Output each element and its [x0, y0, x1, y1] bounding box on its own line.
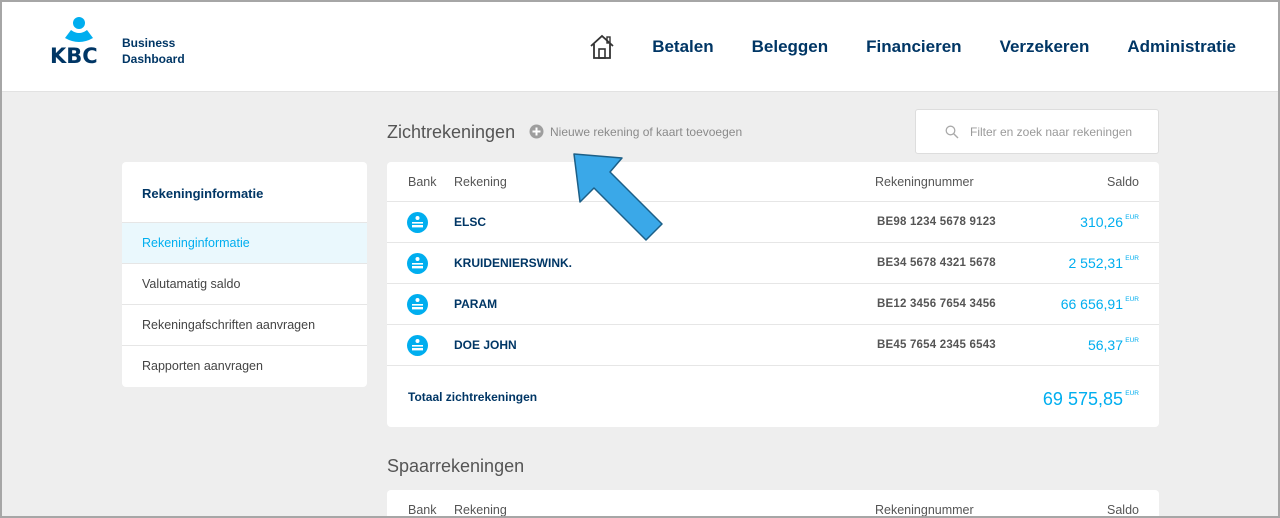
sidebar-item-rekeningafschriften[interactable]: Rekeningafschriften aanvragen	[122, 305, 367, 346]
brand-line-1: Business	[122, 36, 176, 50]
account-name: ELSC	[454, 215, 487, 229]
nav-verzekeren[interactable]: Verzekeren	[1000, 37, 1090, 57]
top-header: KBC Business Dashboard Betalen Beleggen …	[2, 2, 1278, 92]
sidebar-item-rekeninginformatie[interactable]: Rekeninginformatie	[122, 223, 367, 264]
account-number: BE34 5678 4321 5678	[877, 257, 996, 269]
zicht-table: Bank Rekening Rekeningnummer Saldo ELSC …	[387, 162, 1159, 427]
sidebar: Rekeninginformatie Rekeninginformatie Va…	[122, 162, 367, 387]
account-balance: 2 552,31	[1068, 255, 1124, 271]
kbc-bank-icon	[407, 294, 428, 315]
spaar-table: Bank Rekening Rekeningnummer Saldo	[387, 490, 1159, 517]
nav-betalen[interactable]: Betalen	[652, 37, 713, 57]
kbc-logo[interactable]: KBC	[49, 16, 111, 66]
table-header: Bank Rekening Rekeningnummer Saldo	[387, 162, 1159, 202]
total-row: Totaal zichtrekeningen 69 575,85 EUR	[387, 366, 1159, 427]
account-balance: 310,26	[1080, 214, 1123, 230]
nav-administratie[interactable]: Administratie	[1127, 37, 1236, 57]
account-balance: 56,37	[1087, 337, 1123, 353]
account-name: KRUIDENIERSWINK.	[454, 256, 573, 270]
col-header-rekening: Rekening	[454, 502, 507, 517]
kbc-bank-icon	[407, 253, 428, 274]
table-row[interactable]: KRUIDENIERSWINK. BE34 5678 4321 5678 2 5…	[387, 243, 1159, 284]
total-label: Totaal zichtrekeningen	[408, 390, 538, 404]
kbc-bank-icon	[407, 212, 428, 233]
account-number: BE98 1234 5678 9123	[877, 216, 996, 228]
col-header-rekeningnummer: Rekeningnummer	[875, 502, 974, 517]
plus-circle-icon	[529, 124, 544, 139]
total-amount: 69 575,85	[1042, 389, 1123, 409]
app-frame: KBC Business Dashboard Betalen Beleggen …	[0, 0, 1280, 518]
account-number: BE45 7654 2345 6543	[877, 339, 996, 351]
brand-text: Business Dashboard	[122, 35, 185, 67]
add-account-button[interactable]: Nieuwe rekening of kaart toevoegen	[529, 124, 742, 139]
account-name: DOE JOHN	[454, 338, 517, 352]
zicht-section-title: Zichtrekeningen	[387, 122, 516, 142]
sidebar-title: Rekeninginformatie	[122, 162, 367, 223]
account-name: PARAM	[454, 297, 498, 311]
sidebar-item-valutamatig-saldo[interactable]: Valutamatig saldo	[122, 264, 367, 305]
kbc-bank-icon	[407, 335, 428, 356]
col-header-rekeningnummer: Rekeningnummer	[875, 174, 974, 189]
currency-label: EUR	[1125, 296, 1139, 303]
total-currency-label: EUR	[1125, 390, 1139, 397]
account-number: BE12 3456 7654 3456	[877, 298, 996, 310]
account-balance: 66 656,91	[1060, 296, 1123, 312]
col-header-rekening: Rekening	[454, 174, 507, 189]
col-header-saldo: Saldo	[1107, 174, 1139, 189]
table-row[interactable]: DOE JOHN BE45 7654 2345 6543 56,37 EUR	[387, 325, 1159, 366]
add-account-label: Nieuwe rekening of kaart toevoegen	[550, 124, 743, 139]
nav-beleggen[interactable]: Beleggen	[752, 37, 829, 57]
nav-financieren[interactable]: Financieren	[866, 37, 961, 57]
table-row[interactable]: PARAM BE12 3456 7654 3456 66 656,91 EUR	[387, 284, 1159, 325]
currency-label: EUR	[1125, 255, 1139, 262]
col-header-bank: Bank	[408, 502, 437, 517]
col-header-bank: Bank	[408, 174, 437, 189]
search-input[interactable]	[970, 124, 1150, 139]
table-row[interactable]: ELSC BE98 1234 5678 9123 310,26 EUR	[387, 202, 1159, 243]
search-icon	[945, 125, 959, 138]
spaar-section-title: Spaarrekeningen	[387, 456, 525, 476]
col-header-saldo: Saldo	[1107, 502, 1139, 517]
sidebar-item-rapporten[interactable]: Rapporten aanvragen	[122, 346, 367, 387]
currency-label: EUR	[1125, 337, 1139, 344]
table-header: Bank Rekening Rekeningnummer Saldo	[387, 490, 1159, 517]
brand-line-2: Dashboard	[122, 52, 185, 66]
currency-label: EUR	[1125, 214, 1139, 221]
main-nav: Betalen Beleggen Financieren Verzekeren …	[588, 30, 1236, 64]
search-box[interactable]	[915, 109, 1159, 154]
home-icon[interactable]	[588, 33, 616, 61]
svg-text:KBC: KBC	[50, 44, 98, 66]
